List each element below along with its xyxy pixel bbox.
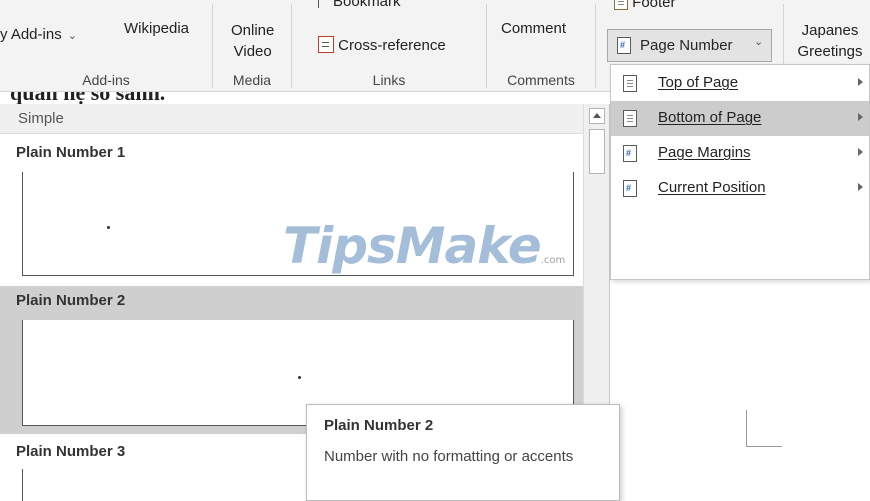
menu-item-top-of-page[interactable]: Top of Page [611,66,869,101]
page-number-label: Page Number [640,37,733,54]
bookmark-label: Bookmark [333,0,401,10]
watermark-suffix: .com [540,255,566,266]
online-video-label-1: Online [231,22,275,39]
japanese-greetings-button[interactable]: Japanes Greetings [790,20,870,62]
addins-group-label: Add-ins [82,72,130,88]
menu-item-bottom-of-page[interactable]: Bottom of Page [611,101,869,136]
my-addins-button[interactable]: y Add-ins ⌄ [0,26,77,43]
group-divider [595,4,596,88]
page-number-marker [298,376,301,379]
chevron-down-icon: ⌄ [67,30,77,42]
online-video-label-2: Video [233,43,272,60]
scroll-thumb[interactable] [589,129,605,174]
menu-item-label: Bottom of Page [658,109,762,126]
cross-reference-button[interactable]: Cross-reference [318,36,446,54]
japanese-greetings-label-1: Japanes [801,22,859,39]
page-number-icon [617,37,631,54]
links-group: Bookmark Cross-reference Links [292,0,486,92]
gallery-item-title: Plain Number 1 [16,144,126,161]
menu-item-label: Top of Page [658,74,739,91]
scroll-up-arrow-icon[interactable] [589,108,605,124]
page-number-button[interactable]: Page Number ⌄ [607,29,772,62]
submenu-arrow-icon [858,148,863,156]
japanese-greetings-label-2: Greetings [797,43,863,60]
tooltip-description: Number with no formatting or accents [324,448,574,465]
gallery-item-title: Plain Number 3 [16,443,126,460]
watermark-logo: TipsMake.com [283,217,565,275]
media-group: Online Video Media [213,0,291,92]
gallery-item-title: Plain Number 2 [16,292,126,309]
bookmark-button[interactable]: Bookmark [318,0,401,10]
menu-item-label: Page Margins [658,144,751,161]
tooltip-title: Plain Number 2 [324,417,434,434]
gallery-section-label: Simple [18,110,64,127]
cross-reference-icon [318,36,334,53]
menu-item-current-position[interactable]: Current Position [611,171,869,206]
submenu-arrow-icon [858,183,863,191]
bottom-of-page-icon [623,110,637,127]
document-strip: quan hệ so sánh. [0,92,610,104]
submenu-arrow-icon [858,78,863,86]
menu-item-page-margins[interactable]: Page Margins [611,136,869,171]
media-group-label: Media [232,72,272,88]
online-video-button[interactable]: Online Video [231,20,274,62]
page-corner-mark [746,410,782,447]
page-number-menu: Top of Page Bottom of Page Page Margins … [610,64,870,280]
document-heading: quan hệ so sánh. [10,92,165,104]
links-group-label: Links [372,72,406,88]
comment-button[interactable]: Comment [501,20,566,37]
chevron-down-icon: ⌄ [754,36,764,48]
footer-icon [614,0,628,10]
my-addins-label: y Add-ins [0,26,62,43]
footer-label: Footer [632,0,676,11]
cross-reference-label: Cross-reference [338,37,446,54]
submenu-arrow-icon [858,113,863,121]
comments-group-label: Comments [507,72,575,88]
addins-group: y Add-ins ⌄ Wikipedia Add-ins [0,0,212,92]
page-margins-icon [623,145,637,162]
gallery-tooltip: Plain Number 2 Number with no formatting… [306,404,620,501]
gallery-section-header: Simple [0,104,583,134]
wikipedia-button[interactable]: Wikipedia [124,20,189,37]
current-position-icon [623,180,637,197]
bookmark-icon [318,0,319,8]
top-of-page-icon [623,75,637,92]
footer-button[interactable]: Footer [614,0,676,11]
comments-group: Comment Comments [487,0,595,92]
watermark-text: TipsMake [283,217,542,275]
menu-item-label: Current Position [658,179,766,196]
page-number-marker [107,226,110,229]
